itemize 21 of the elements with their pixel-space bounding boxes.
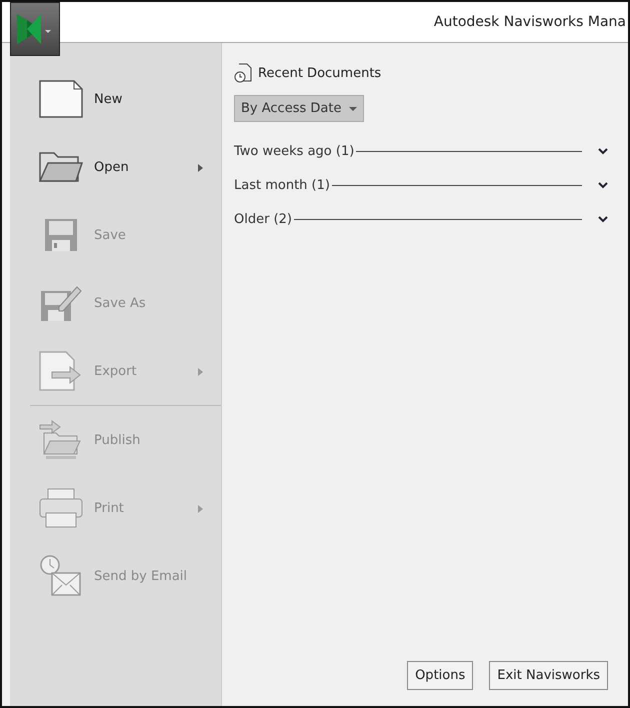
menu-item[interactable]: New: [10, 65, 221, 133]
section-title: Recent Documents: [258, 66, 382, 80]
blank-page-icon: [38, 79, 84, 119]
chevron-down-icon: [598, 182, 608, 188]
footer-button[interactable]: Options: [407, 661, 474, 690]
group-header[interactable]: Older (2): [234, 208, 608, 230]
group-header[interactable]: Two weeks ago (1): [234, 140, 608, 162]
menu-item[interactable]: Open: [10, 133, 221, 201]
chevron-down-icon: [598, 148, 608, 154]
group-header[interactable]: Last month (1): [234, 174, 608, 196]
submenu-arrow-icon: [198, 164, 203, 172]
submenu-arrow-icon: [198, 368, 203, 376]
footer-button[interactable]: Exit Navisworks: [489, 661, 608, 690]
submenu-arrow-icon: [198, 505, 203, 513]
printer-icon: [38, 487, 84, 529]
app-menu-button[interactable]: [10, 2, 60, 56]
document-clock-icon: [234, 63, 252, 83]
window-title: Autodesk Navisworks Mana: [434, 14, 627, 30]
chevron-down-icon: [598, 216, 608, 222]
sort-dropdown[interactable]: By Access Date: [234, 95, 364, 122]
envelope-clock-icon: [38, 553, 84, 599]
